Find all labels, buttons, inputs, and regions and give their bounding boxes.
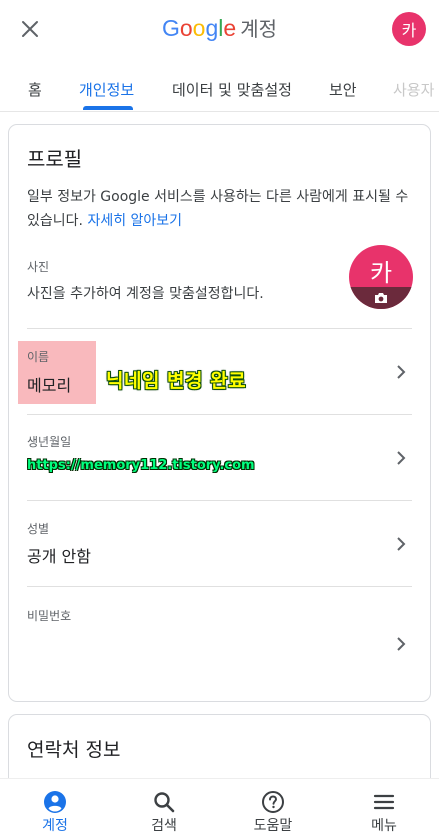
search-icon bbox=[154, 792, 175, 813]
nav-search[interactable]: 검색 bbox=[109, 779, 219, 840]
photo-label: 사진 bbox=[27, 260, 50, 274]
nav-account[interactable]: 계정 bbox=[0, 779, 110, 840]
chevron-right-icon bbox=[397, 537, 406, 551]
chevron-right-icon bbox=[397, 637, 406, 651]
google-logo: Google bbox=[161, 15, 237, 41]
avatar[interactable]: 카 bbox=[392, 12, 426, 46]
chevron-right-icon bbox=[397, 365, 406, 379]
page-title: Google 계정 bbox=[0, 13, 439, 44]
profile-description: 일부 정보가 Google 서비스를 사용하는 다른 사람에게 표시될 수 있습… bbox=[27, 185, 419, 233]
name-label: 이름 bbox=[27, 350, 50, 364]
profile-description-text: 일부 정보가 Google 서비스를 사용하는 다른 사람에게 표시될 수 있습… bbox=[27, 189, 409, 229]
profile-photo[interactable]: 카 bbox=[349, 245, 413, 309]
gender-row[interactable]: 성별 공개 안함 bbox=[9, 501, 430, 587]
contact-title: 연락처 정보 bbox=[27, 739, 121, 761]
nav-menu-label: 메뉴 bbox=[371, 818, 397, 834]
nav-help-label: 도움말 bbox=[253, 818, 293, 834]
photo-description: 사진을 추가하여 계정을 맞춤설정합니다. bbox=[27, 286, 264, 302]
tab-personal-info[interactable]: 개인정보 bbox=[79, 79, 134, 100]
birthday-label: 생년월일 bbox=[27, 435, 72, 449]
tab-home[interactable]: 홈 bbox=[28, 79, 42, 100]
account-circle-icon bbox=[44, 791, 66, 813]
tab-people-sharing[interactable]: 사용자 bbox=[393, 79, 434, 100]
profile-title: 프로필 bbox=[27, 147, 83, 171]
nickname-note: 닉네임 변경 완료 bbox=[106, 370, 247, 392]
nav-search-label: 검색 bbox=[151, 818, 177, 834]
nav-account-label: 계정 bbox=[42, 818, 68, 834]
tab-data-personalization[interactable]: 데이터 및 맞춤설정 bbox=[172, 79, 292, 100]
name-value: 메모리 bbox=[27, 376, 72, 395]
password-label: 비밀번호 bbox=[27, 609, 72, 623]
camera-icon bbox=[375, 293, 387, 303]
password-row[interactable]: 비밀번호 bbox=[9, 587, 430, 699]
learn-more-link[interactable]: 자세히 알아보기 bbox=[87, 213, 182, 229]
blog-url-watermark: https://memory112.tistory.com bbox=[27, 458, 255, 473]
tab-bar: 홈 개인정보 데이터 및 맞춤설정 보안 사용자 bbox=[0, 58, 439, 112]
gender-label: 성별 bbox=[27, 522, 50, 536]
account-label: 계정 bbox=[240, 17, 277, 41]
tab-security[interactable]: 보안 bbox=[329, 79, 357, 100]
profile-photo-letter: 카 bbox=[369, 259, 393, 287]
nav-help[interactable]: 도움말 bbox=[218, 779, 328, 840]
gender-value: 공개 안함 bbox=[27, 547, 91, 566]
help-icon bbox=[262, 791, 284, 813]
profile-card: 프로필 일부 정보가 Google 서비스를 사용하는 다른 사람에게 표시될 … bbox=[8, 124, 431, 702]
active-tab-indicator bbox=[83, 106, 133, 110]
menu-icon bbox=[373, 794, 395, 810]
bottom-nav: 계정 검색 도움말 메뉴 bbox=[0, 778, 439, 840]
chevron-right-icon bbox=[397, 451, 406, 465]
nav-menu[interactable]: 메뉴 bbox=[329, 779, 439, 840]
app-header: Google 계정 카 bbox=[0, 0, 439, 58]
camera-band bbox=[349, 287, 413, 309]
photo-row[interactable]: 사진 사진을 추가하여 계정을 맞춤설정합니다. 카 bbox=[9, 245, 430, 327]
